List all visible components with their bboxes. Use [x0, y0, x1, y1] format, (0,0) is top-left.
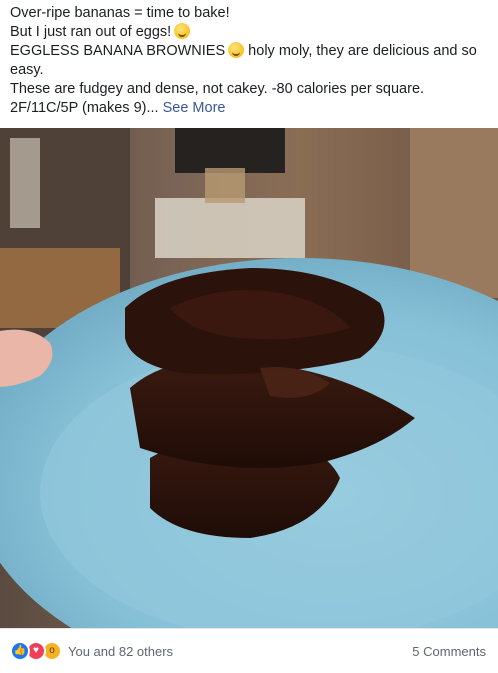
post-line-3: EGGLESS BANANA BROWNIES holy moly, they … — [10, 42, 488, 80]
see-more-link[interactable]: See More — [163, 100, 226, 116]
post-text: Over-ripe bananas = time to bake! But I … — [10, 4, 488, 118]
comments-count-link[interactable]: 5 Comments — [412, 644, 486, 659]
post-photo[interactable] — [0, 128, 498, 628]
post-footer: 👍 ♥ o You and 82 others 5 Comments — [0, 628, 498, 673]
brownies-photo-image — [0, 128, 498, 628]
tongue-face-emoji-icon — [174, 23, 191, 39]
like-icon: 👍 — [10, 641, 30, 661]
smirk-face-emoji-icon — [228, 42, 245, 58]
post-line-2: But I just ran out of eggs! — [10, 23, 488, 42]
reaction-icons[interactable]: 👍 ♥ o — [10, 641, 62, 661]
post-line-3-text: EGGLESS BANANA BROWNIES — [10, 43, 226, 59]
post-line-5-text: 2F/11C/5P (makes 9)... — [10, 100, 159, 116]
reaction-count-text[interactable]: You and 82 others — [68, 644, 173, 659]
post-line-1: Over-ripe bananas = time to bake! — [10, 5, 230, 21]
post-line-5: 2F/11C/5P (makes 9)... See More — [10, 99, 488, 118]
post-line-4: These are fudgey and dense, not cakey. -… — [10, 81, 425, 97]
post-line-2-text: But I just ran out of eggs! — [10, 24, 172, 40]
